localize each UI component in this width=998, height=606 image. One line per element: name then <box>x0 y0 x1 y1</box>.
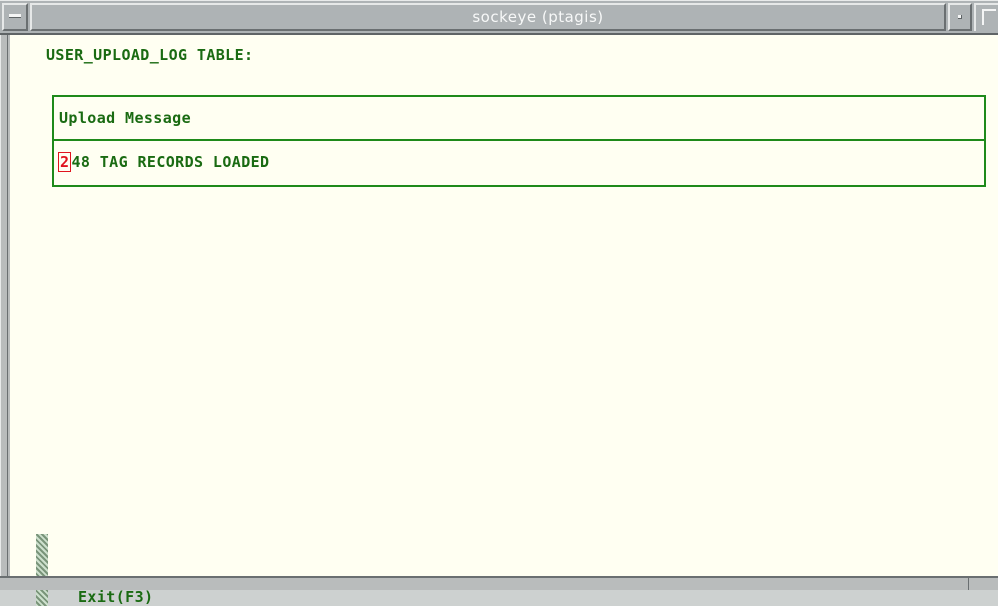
title-bar[interactable]: sockeye (ptagis) <box>0 0 998 35</box>
title-drag-area[interactable]: sockeye (ptagis) <box>30 3 946 31</box>
upload-message-text: 48 TAG RECORDS LOADED <box>71 153 270 171</box>
table-header-row: Upload Message <box>54 97 984 141</box>
window-title: sockeye (ptagis) <box>472 8 604 26</box>
terminal-window: sockeye (ptagis) USER_UPLOAD_LOG TABLE: … <box>0 0 998 606</box>
upload-log-table: Upload Message 2 48 TAG RECORDS LOADED <box>52 95 986 187</box>
table-heading: USER_UPLOAD_LOG TABLE: <box>46 46 254 64</box>
window-menu-button[interactable] <box>2 3 28 31</box>
exit-key-label[interactable]: Exit(F3) <box>78 588 153 606</box>
column-header-upload-message: Upload Message <box>59 109 192 127</box>
table-row[interactable]: 2 48 TAG RECORDS LOADED <box>54 141 984 185</box>
upload-message-cell[interactable]: 2 48 TAG RECORDS LOADED <box>58 152 270 172</box>
window-left-border[interactable] <box>0 35 10 590</box>
terminal-screen[interactable]: USER_UPLOAD_LOG TABLE: Upload Message 24… <box>10 35 998 606</box>
minimize-icon <box>958 15 962 19</box>
maximize-button[interactable] <box>974 3 998 31</box>
text-cursor: 2 <box>58 152 72 172</box>
frame-corner-mark <box>968 578 969 590</box>
window-menu-icon <box>9 14 21 18</box>
maximize-icon <box>982 9 996 25</box>
frame-groove <box>7 35 8 590</box>
minimize-button[interactable] <box>948 3 972 31</box>
scrollbar-handle[interactable] <box>36 534 48 606</box>
window-bottom-border[interactable] <box>0 576 998 590</box>
